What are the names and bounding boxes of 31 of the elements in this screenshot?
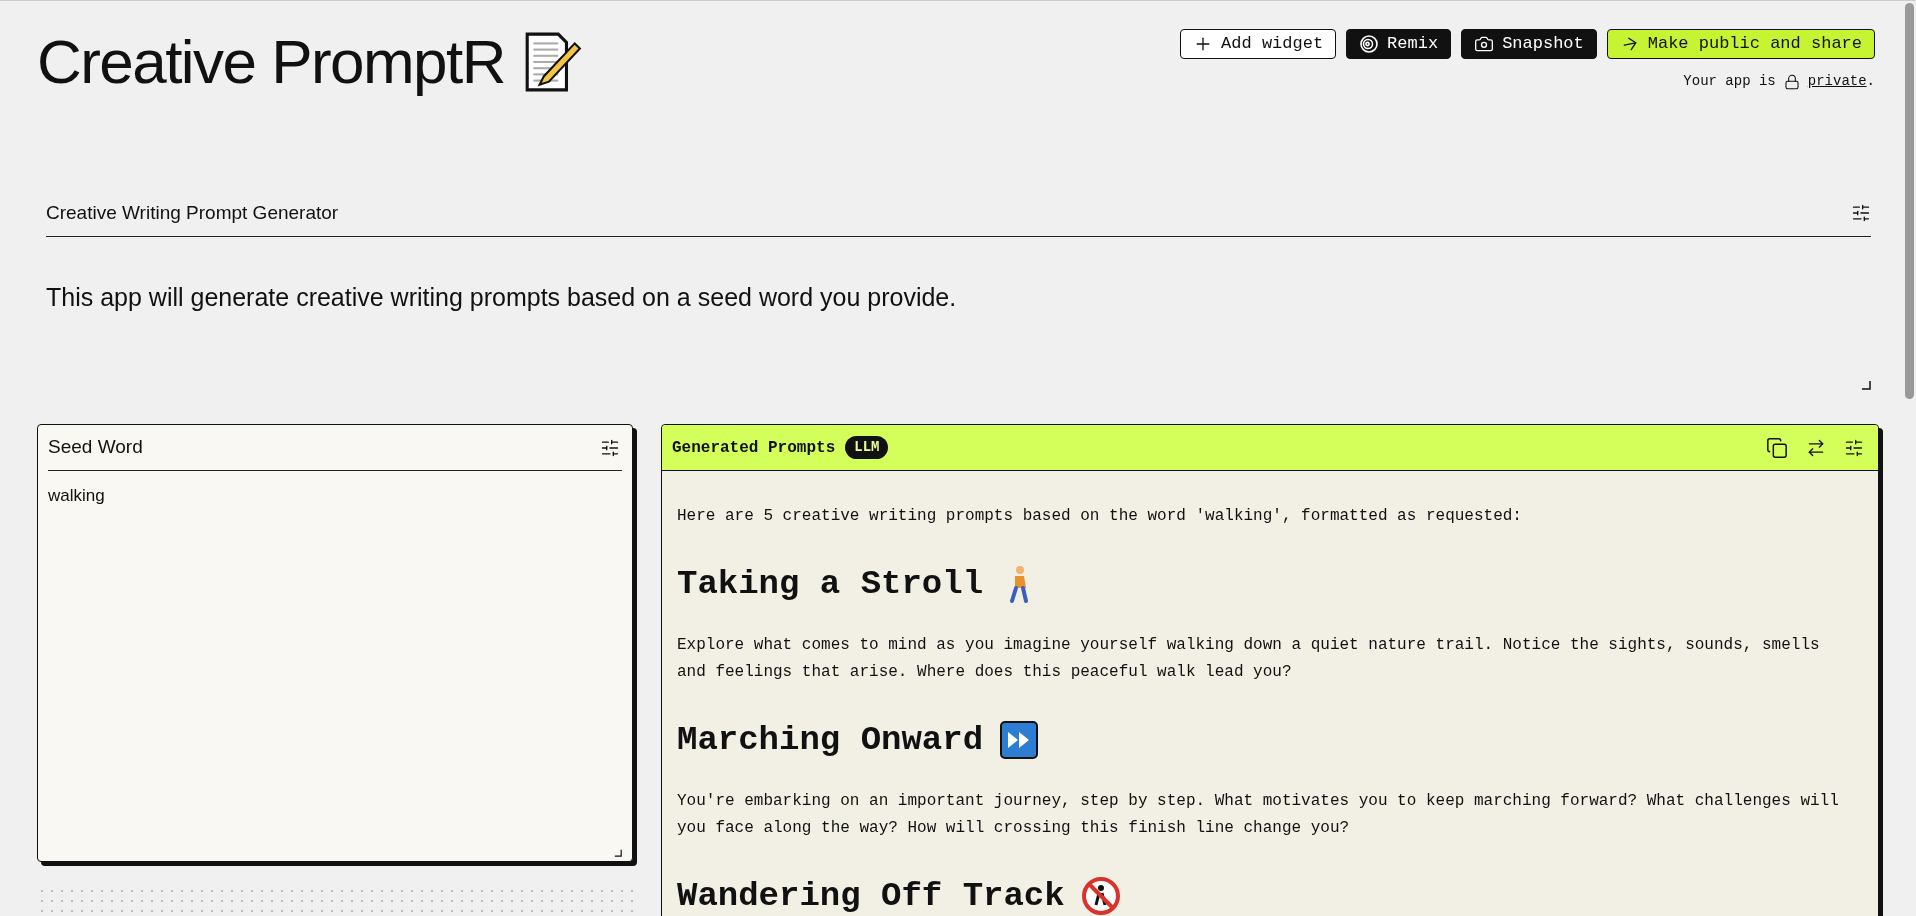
- fast-forward-icon: [999, 720, 1040, 760]
- prompt-heading: Marching Onward: [677, 720, 984, 760]
- remix-button[interactable]: Remix: [1346, 29, 1452, 59]
- camera-icon: [1474, 34, 1495, 54]
- prompt-heading: Wandering Off Track: [677, 876, 1065, 916]
- panel-title: Seed Word: [48, 435, 143, 460]
- settings-icon[interactable]: [600, 437, 620, 458]
- prompt-text: Explore what comes to mind as you imagine yourself walking down a quiet nature trail. Notice the sights, sounds, smells and feelings that arise. Where does this peaceful walk lead you?: [677, 635, 1821, 683]
- panel-title: Generated Prompts: [672, 437, 836, 459]
- period-text: .: [1866, 72, 1875, 91]
- intro-text: Here are 5 creative writing prompts based on the word 'walking', formatted as requested:: [677, 506, 1523, 527]
- private-link[interactable]: private: [1807, 71, 1867, 92]
- lock-icon: [1783, 73, 1800, 90]
- visibility-label: Your app is: [1683, 72, 1776, 91]
- seed-word-input[interactable]: walking: [48, 483, 622, 509]
- rings-icon: [1359, 34, 1380, 54]
- llm-badge: LLM: [845, 436, 889, 459]
- section-title: Creative Writing Prompt Generator: [46, 201, 339, 225]
- settings-icon[interactable]: [1851, 203, 1871, 224]
- share-button[interactable]: Make public and share: [1606, 29, 1875, 59]
- add-button[interactable]: Add widget: [1180, 29, 1337, 59]
- description-text: This app will generate creative writing prompts based on a seed word you provide.: [46, 281, 958, 313]
- resize-handle-icon[interactable]: [1861, 380, 1871, 390]
- copy-icon[interactable]: [1766, 436, 1788, 459]
- swap-icon[interactable]: [1806, 437, 1826, 458]
- settings-icon[interactable]: [1844, 437, 1864, 458]
- prompt-text: You're embarking on an important journey, step by step. What motivates you to keep marching forward? What challenges will you face along the way? How will crossing this finish line change you?: [677, 791, 1840, 839]
- resize-handle-icon[interactable]: [614, 849, 622, 857]
- scrollbar[interactable]: [1905, 3, 1914, 399]
- prompt-heading: Taking a Stroll: [677, 564, 984, 604]
- snapshot-button[interactable]: Snapshot: [1461, 29, 1597, 59]
